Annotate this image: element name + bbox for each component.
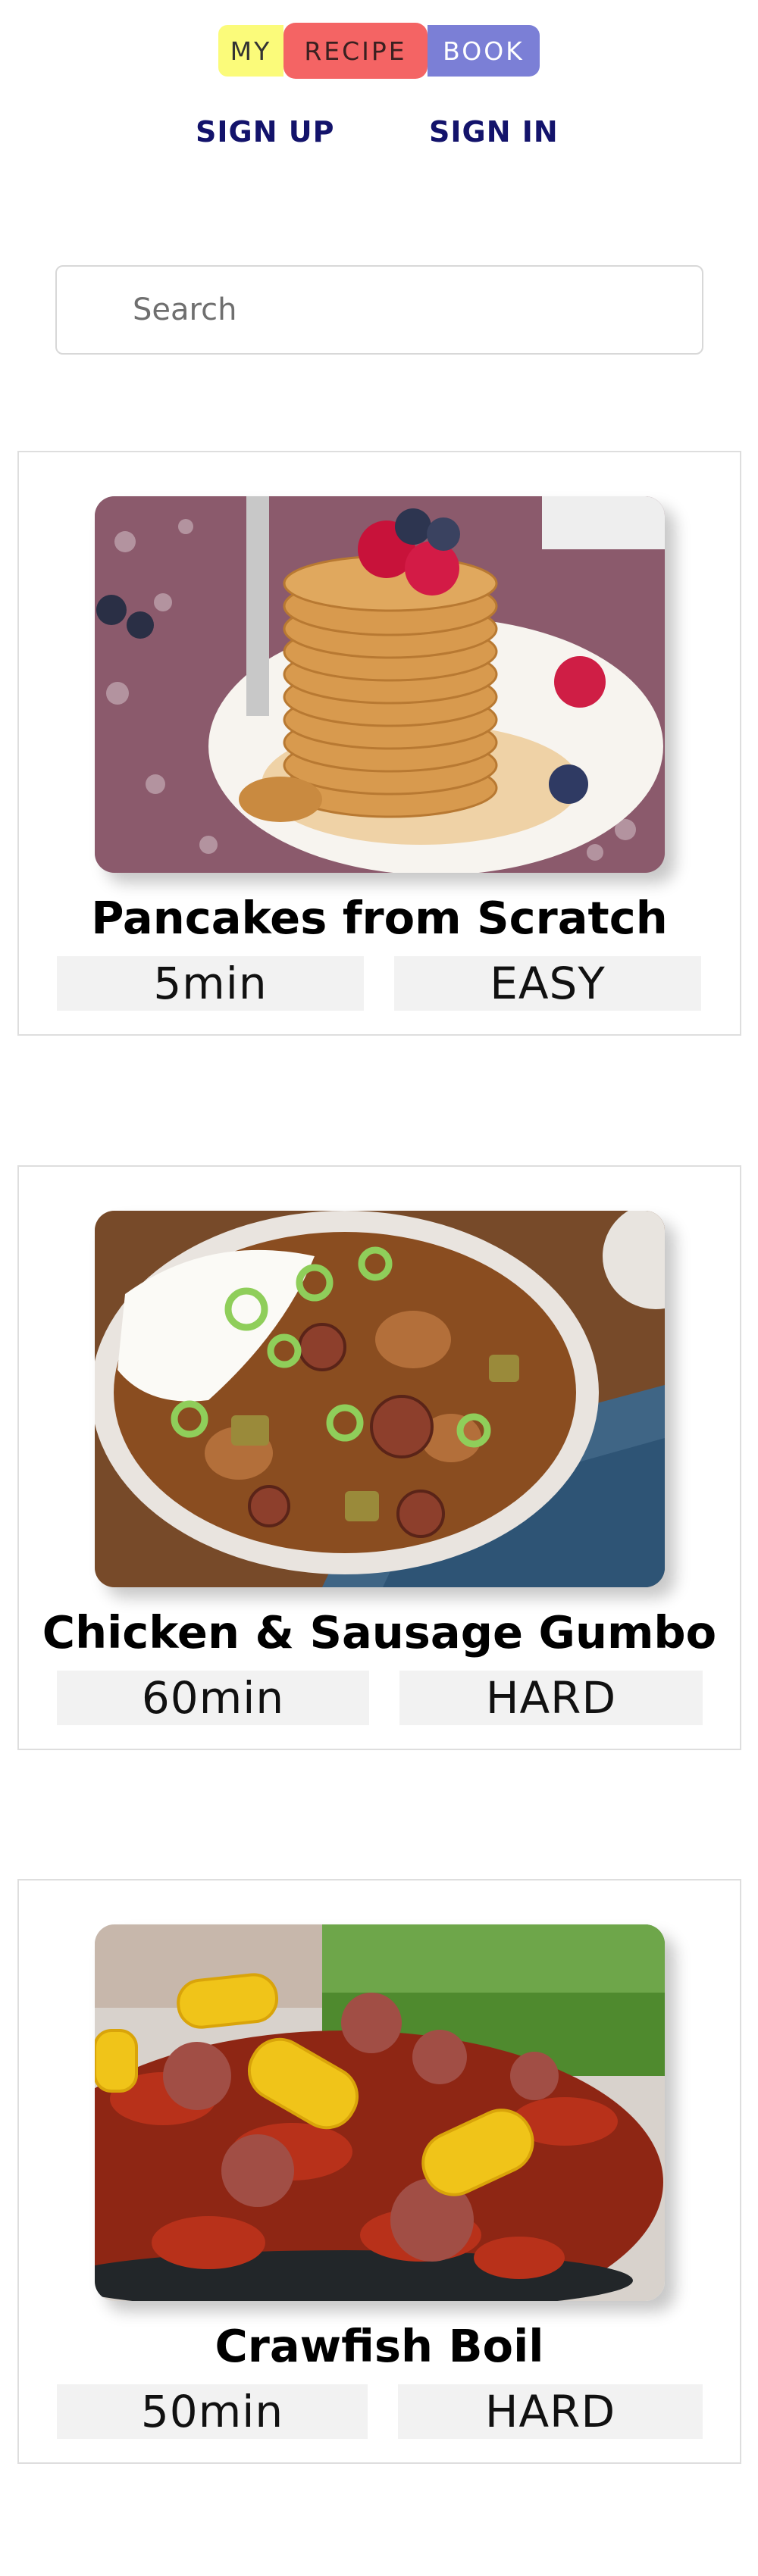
- recipe-image[interactable]: [95, 1924, 665, 2301]
- app-logo[interactable]: MY RECIPE BOOK: [0, 23, 758, 79]
- crawfish-boil-photo: [95, 1924, 665, 2301]
- logo-word-book: BOOK: [428, 25, 540, 77]
- recipe-card[interactable]: Pancakes from Scratch 5min EASY: [17, 451, 741, 1036]
- recipe-difficulty: EASY: [394, 956, 701, 1011]
- recipe-title: Pancakes from Scratch: [91, 892, 668, 944]
- recipe-time: 5min: [57, 956, 364, 1011]
- sign-up-link[interactable]: SIGN UP: [196, 115, 334, 148]
- gumbo-photo: [95, 1211, 665, 1587]
- sign-in-link[interactable]: SIGN IN: [429, 115, 559, 148]
- recipe-image[interactable]: [95, 1211, 665, 1587]
- recipe-difficulty: HARD: [399, 1671, 703, 1725]
- recipe-title: Crawfish Boil: [215, 2320, 544, 2372]
- search-box: [55, 265, 703, 355]
- logo-word-my: MY: [218, 25, 283, 77]
- search-input[interactable]: [57, 267, 702, 353]
- recipe-title: Chicken & Sausage Gumbo: [42, 1606, 717, 1658]
- recipe-time: 60min: [57, 1671, 369, 1725]
- recipe-card[interactable]: Crawfish Boil 50min HARD: [17, 1879, 741, 2464]
- logo-word-recipe: RECIPE: [283, 23, 428, 79]
- recipe-image[interactable]: [95, 496, 665, 873]
- recipe-card[interactable]: Chicken & Sausage Gumbo 60min HARD: [17, 1165, 741, 1750]
- recipe-time: 50min: [57, 2384, 368, 2439]
- pancakes-photo: [95, 496, 665, 873]
- recipe-difficulty: HARD: [398, 2384, 703, 2439]
